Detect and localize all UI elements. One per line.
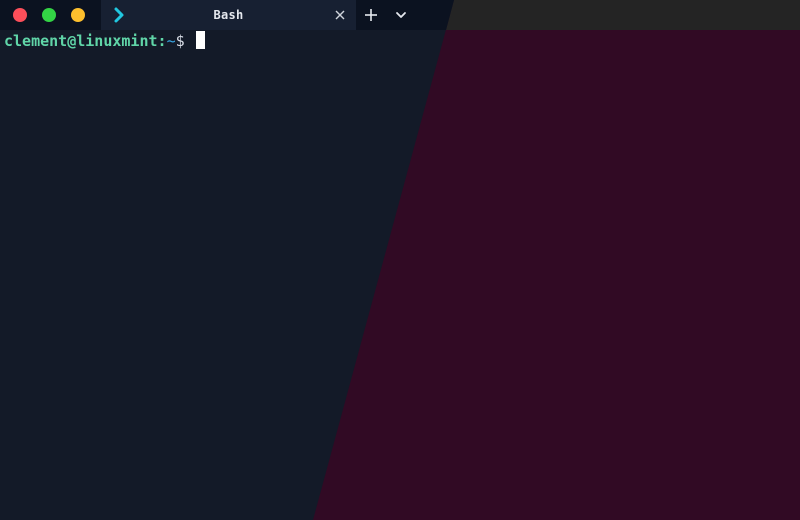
tab-bash[interactable]: Bash xyxy=(101,0,356,30)
prompt-symbol: $ xyxy=(175,32,194,50)
tab-close-icon[interactable] xyxy=(333,8,347,22)
prompt-separator: : xyxy=(157,32,167,50)
window-maximize-button[interactable] xyxy=(42,8,56,22)
plus-icon[interactable] xyxy=(363,7,379,23)
prompt-user-host: clement@linuxmint xyxy=(4,32,158,50)
tab-bar: Bash xyxy=(0,0,454,30)
chevron-down-icon[interactable] xyxy=(394,8,408,22)
terminal-output[interactable]: clement@linuxmint:~$ xyxy=(4,31,205,51)
window-minimize-button[interactable] xyxy=(71,8,85,22)
tab-title: Bash xyxy=(213,8,244,22)
text-cursor xyxy=(195,31,205,49)
window-close-button[interactable] xyxy=(13,8,27,22)
prompt-path: ~ xyxy=(166,32,176,50)
terminal-window: Bash clement@linuxmint:~$ xyxy=(0,0,800,520)
